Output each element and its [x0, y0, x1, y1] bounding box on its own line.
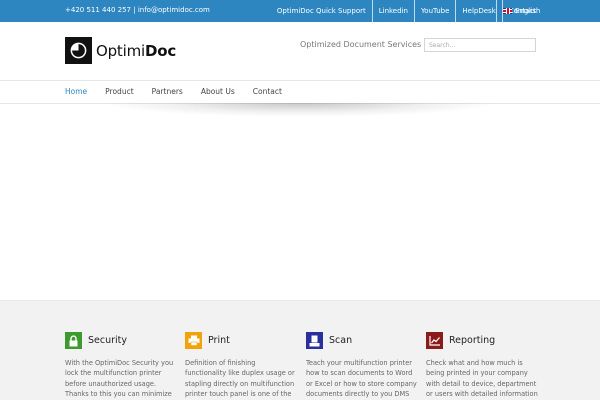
top-link-quick-support[interactable]: OptimiDoc Quick Support — [271, 0, 372, 22]
feature-security: Security With the OptimiDoc Security you… — [65, 332, 177, 400]
nav-about-us[interactable]: About Us — [201, 81, 235, 103]
feature-description: Check what and how much is being printed… — [426, 359, 538, 399]
feature-head: Print — [185, 332, 297, 349]
nav-product[interactable]: Product — [105, 81, 133, 103]
logo-text: OptimiDoc — [96, 42, 176, 60]
feature-title[interactable]: Scan — [329, 335, 352, 346]
feature-head: Reporting — [426, 332, 538, 349]
feature-head: Security — [65, 332, 177, 349]
feature-title[interactable]: Security — [88, 335, 127, 346]
feature-description: Definition of finishing functionality li… — [185, 359, 295, 399]
uk-flag-icon — [503, 8, 512, 14]
nav-items: Home Product Partners About Us Contact — [65, 81, 300, 103]
chart-icon — [426, 332, 443, 349]
lock-icon — [65, 332, 82, 349]
nav-contact[interactable]: Contact — [253, 81, 282, 103]
language-label: English — [515, 7, 541, 15]
feature-scan: Scan Teach your multifunction printer ho… — [306, 332, 418, 400]
search-input[interactable] — [424, 38, 536, 52]
language-selector[interactable]: English — [496, 0, 540, 22]
nav-home[interactable]: Home — [65, 81, 87, 103]
phone-number: +420 511 440 257 — [65, 6, 131, 14]
printer-icon — [185, 332, 202, 349]
logo-text-bold: Doc — [144, 41, 177, 60]
contact-separator: | — [133, 6, 136, 14]
top-link-youtube[interactable]: YouTube — [413, 0, 455, 22]
feature-head: Scan — [306, 332, 418, 349]
nav-shadow — [100, 103, 500, 117]
nav-partners[interactable]: Partners — [152, 81, 183, 103]
feature-reporting: Reporting Check what and how much is bei… — [426, 332, 538, 400]
top-bar: +420 511 440 257 | info@optimidoc.com Op… — [0, 0, 600, 22]
email-link[interactable]: info@optimidoc.com — [138, 6, 210, 14]
logo-mark-icon — [65, 37, 92, 64]
feature-print: Print Definition of finishing functional… — [185, 332, 297, 400]
feature-title[interactable]: Print — [208, 335, 230, 346]
tagline: Optimized Document Services — [300, 40, 422, 49]
feature-description: Teach your multifunction printer how to … — [306, 359, 417, 399]
feature-title[interactable]: Reporting — [449, 335, 495, 346]
logo-text-light: Optimi — [96, 41, 145, 60]
top-link-helpdesk[interactable]: HelpDesk — [455, 0, 501, 22]
main-nav: Home Product Partners About Us Contact — [0, 80, 600, 104]
top-contact-info: +420 511 440 257 | info@optimidoc.com — [65, 6, 210, 14]
scanner-icon — [306, 332, 323, 349]
site-header: OptimiDoc Optimized Document Services — [0, 22, 600, 80]
hero-slider — [0, 104, 600, 300]
feature-description: With the OptimiDoc Security you lock the… — [65, 359, 174, 399]
top-link-linkedin[interactable]: Linkedin — [371, 0, 414, 22]
logo[interactable]: OptimiDoc — [65, 37, 176, 64]
